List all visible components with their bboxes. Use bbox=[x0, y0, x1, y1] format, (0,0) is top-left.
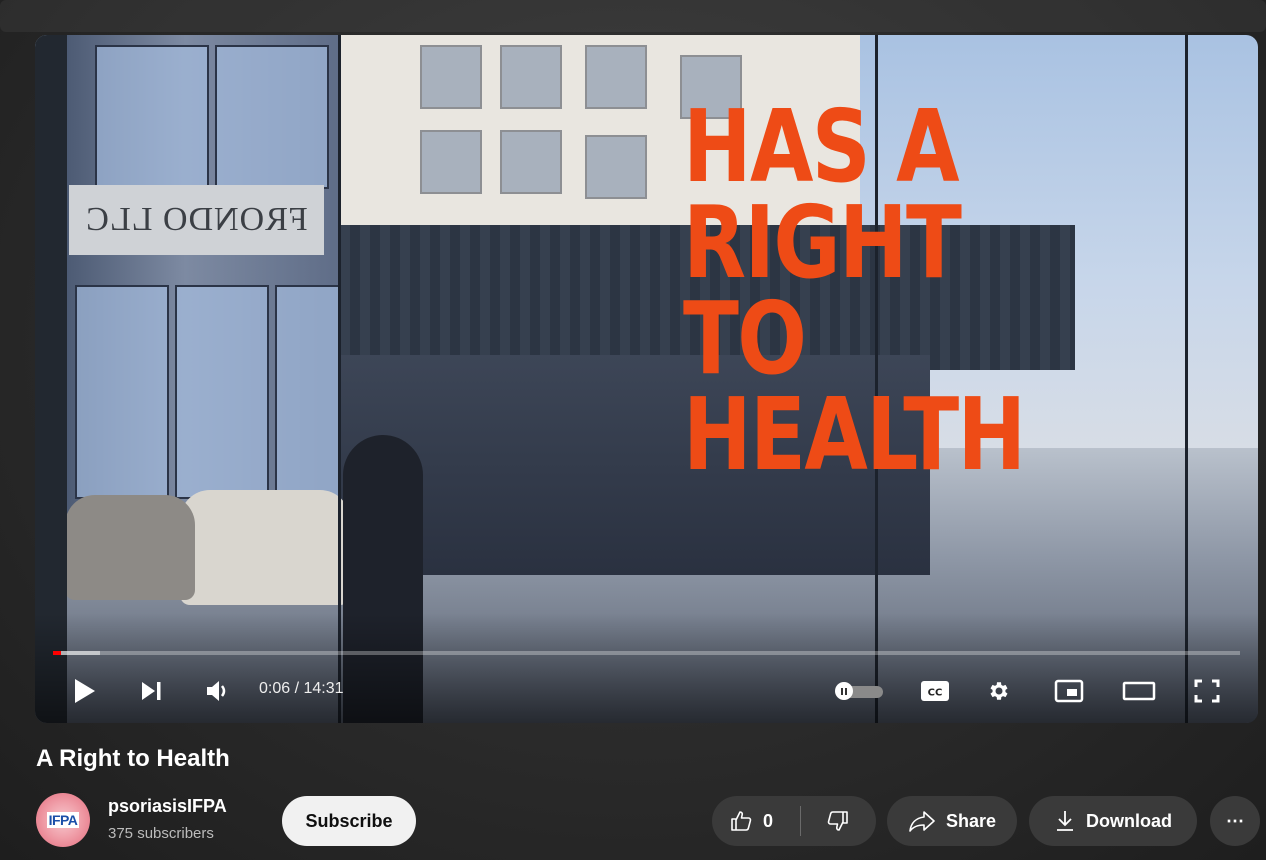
subscribe-button[interactable]: Subscribe bbox=[282, 796, 416, 846]
building-left bbox=[65, 35, 365, 555]
next-button[interactable] bbox=[131, 671, 171, 711]
video-title: A Right to Health bbox=[36, 745, 230, 772]
progress-bar[interactable] bbox=[53, 651, 1240, 655]
volume-icon bbox=[207, 681, 226, 701]
download-icon bbox=[1057, 811, 1073, 831]
overlay-line: HAS A bbox=[683, 88, 960, 205]
svg-text:CC: CC bbox=[928, 688, 943, 699]
like-dislike-group: 0 bbox=[712, 796, 876, 846]
captions-button[interactable]: CC bbox=[913, 671, 957, 711]
like-count: 0 bbox=[763, 810, 774, 831]
share-button[interactable]: Share bbox=[887, 796, 1017, 846]
thumbs-down-icon bbox=[827, 811, 848, 831]
avatar-text: IFPA bbox=[46, 812, 80, 828]
miniplayer-button[interactable] bbox=[1047, 671, 1091, 711]
volume-button[interactable] bbox=[197, 671, 241, 711]
settings-button[interactable] bbox=[977, 671, 1021, 711]
overlay-title: HAS A RIGHT TO HEALTH bbox=[683, 88, 1026, 493]
gear-icon bbox=[990, 682, 1008, 700]
autoplay-toggle[interactable] bbox=[835, 682, 883, 700]
progress-played bbox=[53, 651, 62, 655]
video-player[interactable]: FRONDO LLC HAS A RIGHT TO HEALTH 0:06 / … bbox=[35, 35, 1258, 723]
miniplayer-icon bbox=[1054, 679, 1084, 703]
play-icon bbox=[75, 679, 95, 703]
cc-icon: CC bbox=[921, 681, 949, 701]
channel-name[interactable]: psoriasisIFPA bbox=[108, 796, 227, 817]
share-icon bbox=[909, 811, 935, 832]
time-display: 0:06 / 14:31 bbox=[259, 680, 344, 697]
share-label: Share bbox=[945, 810, 997, 831]
more-icon: ⋯ bbox=[1226, 810, 1244, 831]
fullscreen-icon bbox=[1194, 679, 1220, 703]
overlay-line: TO bbox=[683, 280, 807, 397]
building-sign: FRONDO LLC bbox=[69, 185, 324, 255]
pause-icon bbox=[835, 682, 853, 700]
channel-avatar[interactable]: IFPA bbox=[36, 793, 90, 847]
overlay-line: HEALTH bbox=[683, 376, 1026, 493]
more-actions-button[interactable]: ⋯ bbox=[1210, 796, 1260, 846]
fullscreen-button[interactable] bbox=[1185, 671, 1229, 711]
overlay-line: RIGHT bbox=[683, 184, 962, 301]
dislike-button[interactable] bbox=[801, 796, 875, 846]
thumbs-up-icon bbox=[731, 811, 752, 831]
theater-button[interactable] bbox=[1117, 671, 1161, 711]
download-label: Download bbox=[1086, 810, 1172, 831]
play-button[interactable] bbox=[65, 671, 105, 711]
subscriber-count: 375 subscribers bbox=[108, 825, 214, 842]
like-button[interactable]: 0 bbox=[712, 796, 800, 846]
download-button[interactable]: Download bbox=[1029, 796, 1197, 846]
next-icon bbox=[142, 682, 161, 700]
theater-icon bbox=[1122, 681, 1156, 701]
